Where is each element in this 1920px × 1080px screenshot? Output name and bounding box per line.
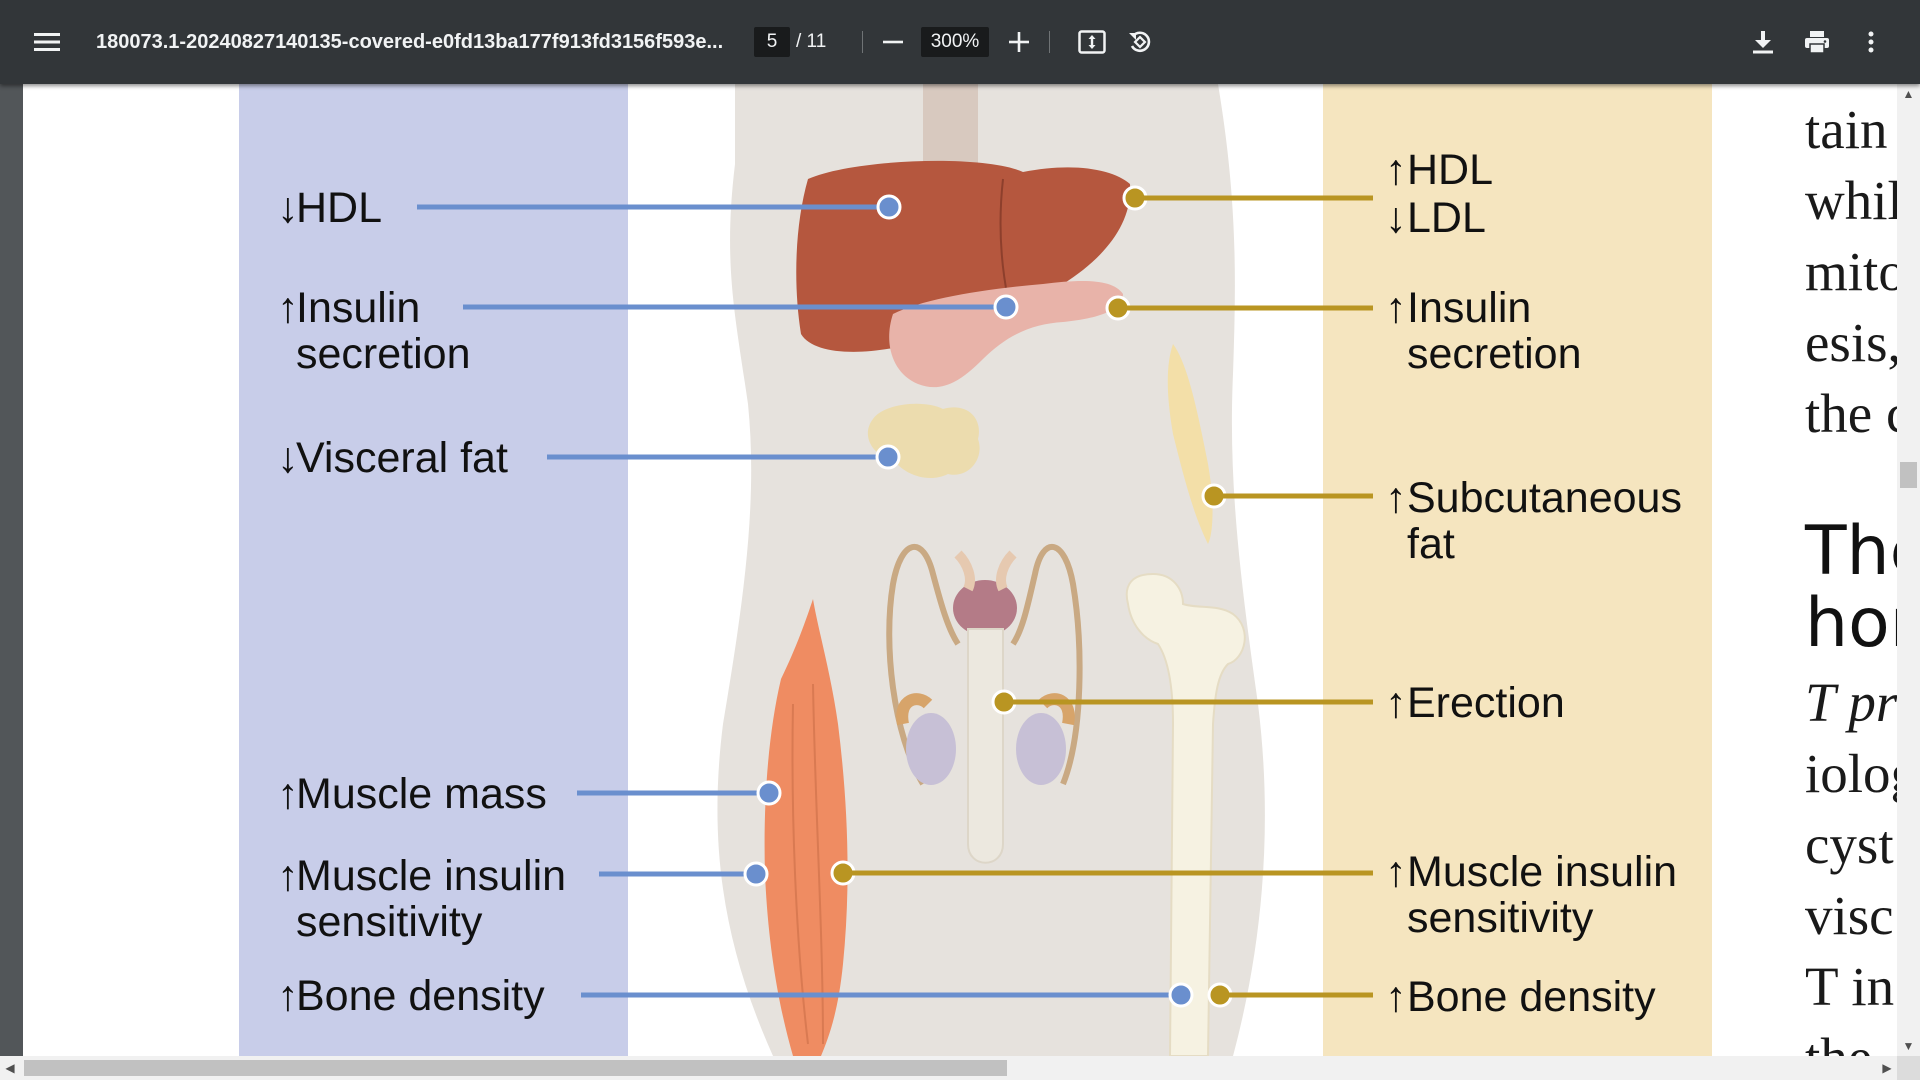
right-label-arrow: ↑	[1385, 679, 1407, 727]
body-text-line: mito	[1805, 241, 1897, 302]
fit-to-page-button[interactable]	[1072, 22, 1112, 62]
body-text-line: cyst	[1805, 814, 1894, 875]
print-icon	[1805, 31, 1829, 54]
more-vertical-icon	[1868, 31, 1874, 53]
right-label-subcutaneous: Subcutaneous	[1407, 474, 1682, 522]
scroll-right-arrow[interactable]: ▶	[1877, 1056, 1897, 1080]
page-number-input[interactable]: 5	[754, 27, 790, 57]
right-label-secretion: secretion	[1407, 330, 1581, 378]
right-label-fat: fat	[1407, 520, 1455, 568]
right-label-arrow: ↑	[1385, 973, 1407, 1021]
print-button[interactable]	[1797, 22, 1837, 62]
body-text-line: the c	[1805, 383, 1897, 444]
document-title: 180073.1-20240827140135-covered-e0fd13ba…	[96, 30, 724, 53]
penis	[967, 628, 1004, 864]
right-label-insulin: Insulin	[1407, 284, 1531, 332]
body-text-line: tain	[1805, 99, 1888, 160]
fit-to-page-icon	[1078, 30, 1106, 54]
right-label-muscle-insulin: Muscle insulin	[1407, 848, 1677, 896]
pdf-viewer[interactable]: ↓ HDL ↑ Insulin secretion ↓ Visceral fat…	[0, 84, 1920, 1080]
body-text-line: esis,	[1805, 312, 1897, 373]
scrollbar-corner	[1897, 1056, 1920, 1080]
left-label-insulin: Insulin	[296, 284, 420, 332]
horizontal-scrollbar[interactable]: ◀ ▶	[0, 1056, 1897, 1080]
zoom-level-input[interactable]: 300%	[921, 27, 989, 57]
left-label-visceral-fat: Visceral fat	[296, 434, 508, 482]
horizontal-scroll-thumb[interactable]	[24, 1060, 1007, 1076]
scroll-down-arrow[interactable]: ▼	[1897, 1036, 1920, 1056]
body-text-line: whil	[1805, 170, 1897, 231]
prostate	[953, 580, 1017, 636]
right-label-arrow: ↑	[1385, 146, 1407, 194]
testis-left	[906, 713, 956, 785]
scroll-left-arrow[interactable]: ◀	[0, 1056, 20, 1080]
right-label-arrow: ↑	[1385, 848, 1407, 896]
right-label-sensitivity: sensitivity	[1407, 894, 1594, 942]
body-text-line: the	[1805, 1022, 1872, 1056]
hamburger-menu-icon[interactable]	[27, 22, 67, 62]
toolbar-separator	[862, 31, 863, 53]
vertical-scrollbar[interactable]: ▲ ▼	[1897, 84, 1920, 1056]
rotate-counterclockwise-icon	[1129, 31, 1151, 53]
testis-right	[1016, 713, 1066, 785]
body-text-italic-line: T pr	[1805, 672, 1897, 733]
pdf-toolbar: 180073.1-20240827140135-covered-e0fd13ba…	[0, 0, 1920, 84]
scroll-up-arrow[interactable]: ▲	[1897, 84, 1920, 104]
right-label-arrow: ↑	[1385, 284, 1407, 332]
right-label-arrow: ↑	[1385, 474, 1407, 522]
page-total: / 11	[796, 31, 827, 52]
zoom-in-button[interactable]	[999, 22, 1039, 62]
vertical-scroll-thumb[interactable]	[1900, 462, 1917, 488]
rotate-button[interactable]	[1120, 22, 1160, 62]
plus-icon	[1009, 32, 1029, 52]
body-text-line: T in	[1805, 956, 1895, 1017]
right-label-erection: Erection	[1407, 679, 1565, 727]
zoom-out-button[interactable]	[873, 22, 913, 62]
left-label-muscle-mass: Muscle mass	[296, 770, 547, 818]
download-button[interactable]	[1743, 22, 1783, 62]
left-label-bone-density: Bone density	[296, 972, 545, 1020]
testosterone-effects-figure: ↓ HDL ↑ Insulin secretion ↓ Visceral fat…	[239, 84, 1712, 1056]
body-text-line: iolog	[1805, 743, 1897, 804]
body-text-line: visc	[1805, 885, 1894, 946]
section-heading-line: The	[1805, 512, 1897, 591]
right-label-hdl: HDL	[1407, 146, 1493, 194]
minus-icon	[883, 40, 903, 44]
right-label-ldl: LDL	[1407, 194, 1486, 242]
pdf-page: ↓ HDL ↑ Insulin secretion ↓ Visceral fat…	[23, 84, 1897, 1056]
left-label-secretion: secretion	[296, 330, 470, 378]
toolbar-separator	[1049, 31, 1050, 53]
more-actions-button[interactable]	[1851, 22, 1891, 62]
right-label-arrow: ↓	[1385, 194, 1407, 242]
left-label-hdl: HDL	[296, 184, 382, 232]
left-label-sensitivity: sensitivity	[296, 898, 483, 946]
left-label-muscle-insulin: Muscle insulin	[296, 852, 566, 900]
section-heading-line: hor	[1805, 584, 1897, 663]
right-label-bone-density: Bone density	[1407, 973, 1656, 1021]
download-icon	[1753, 31, 1773, 54]
